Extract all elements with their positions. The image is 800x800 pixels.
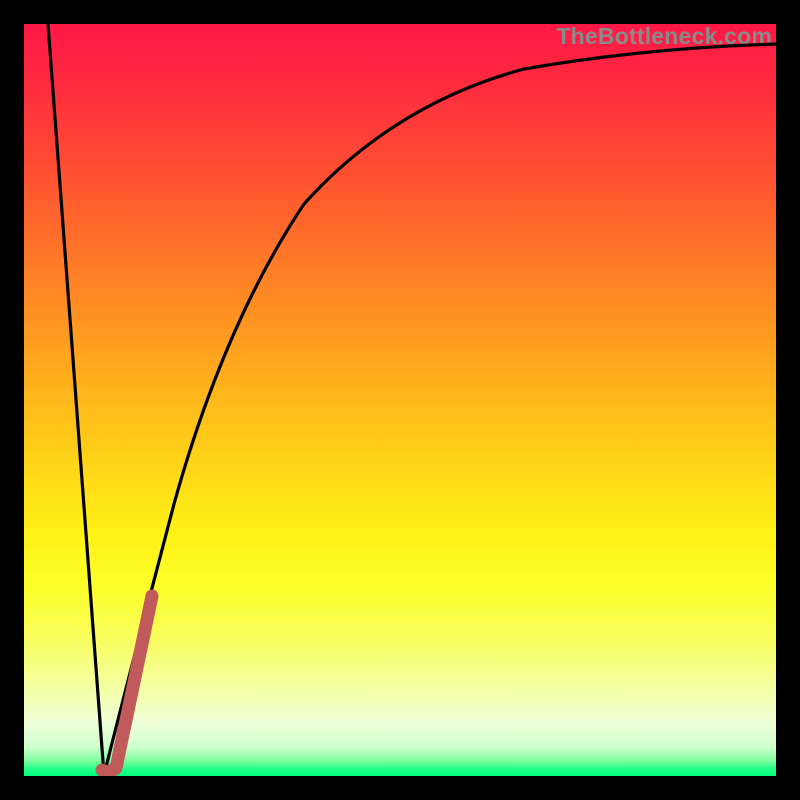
plot-area: TheBottleneck.com — [24, 24, 776, 776]
highlight-segment — [102, 596, 152, 772]
bottleneck-curve — [48, 24, 776, 775]
chart-frame: TheBottleneck.com — [0, 0, 800, 800]
curve-layer — [24, 24, 776, 776]
